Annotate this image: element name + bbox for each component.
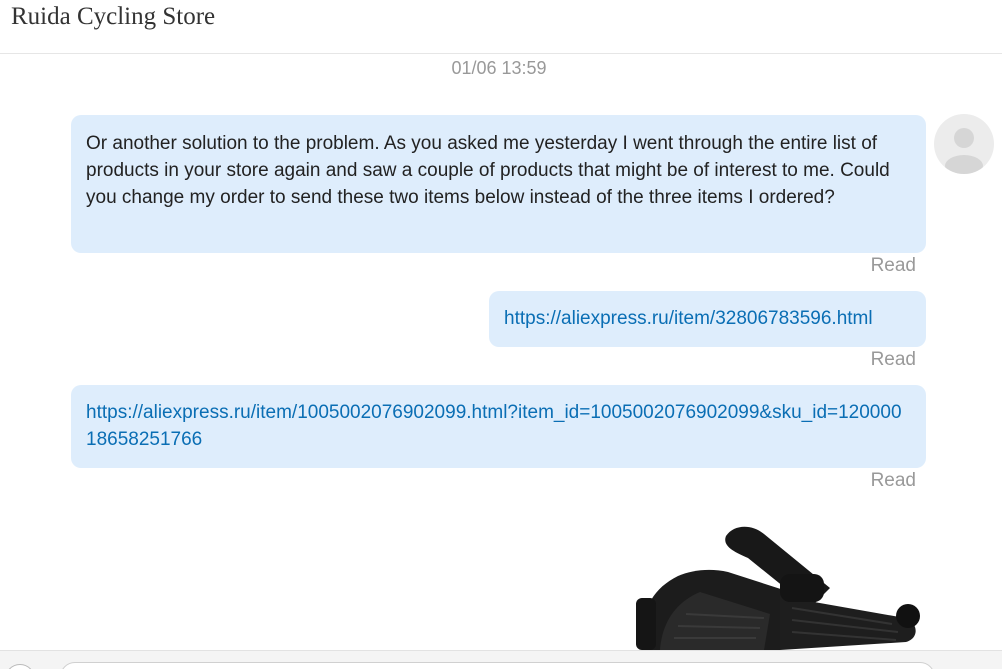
user-avatar-icon[interactable] <box>934 114 994 174</box>
message-text: Or another solution to the problem. As y… <box>86 133 890 208</box>
message-bubble[interactable]: Or another solution to the problem. As y… <box>71 115 926 253</box>
product-link[interactable]: https://aliexpress.ru/item/1005002076902… <box>86 402 902 450</box>
left-grip-shape <box>636 569 790 650</box>
message-timestamp: 01/06 13:59 <box>451 58 547 78</box>
store-title[interactable]: Ruida Cycling Store <box>11 3 215 31</box>
message-input[interactable] <box>60 662 935 669</box>
product-link[interactable]: https://aliexpress.ru/item/32806783596.h… <box>504 308 873 329</box>
message-bubble: https://aliexpress.ru/item/1005002076902… <box>71 385 926 468</box>
read-status: Read <box>870 255 916 276</box>
chat-header: Ruida Cycling Store <box>0 0 1002 54</box>
read-status: Read <box>870 470 916 491</box>
product-image-handlebar-grips[interactable] <box>630 518 930 658</box>
emoji-icon[interactable] <box>5 664 35 669</box>
read-status: Read <box>870 349 916 370</box>
message-bubble: https://aliexpress.ru/item/32806783596.h… <box>489 291 926 347</box>
